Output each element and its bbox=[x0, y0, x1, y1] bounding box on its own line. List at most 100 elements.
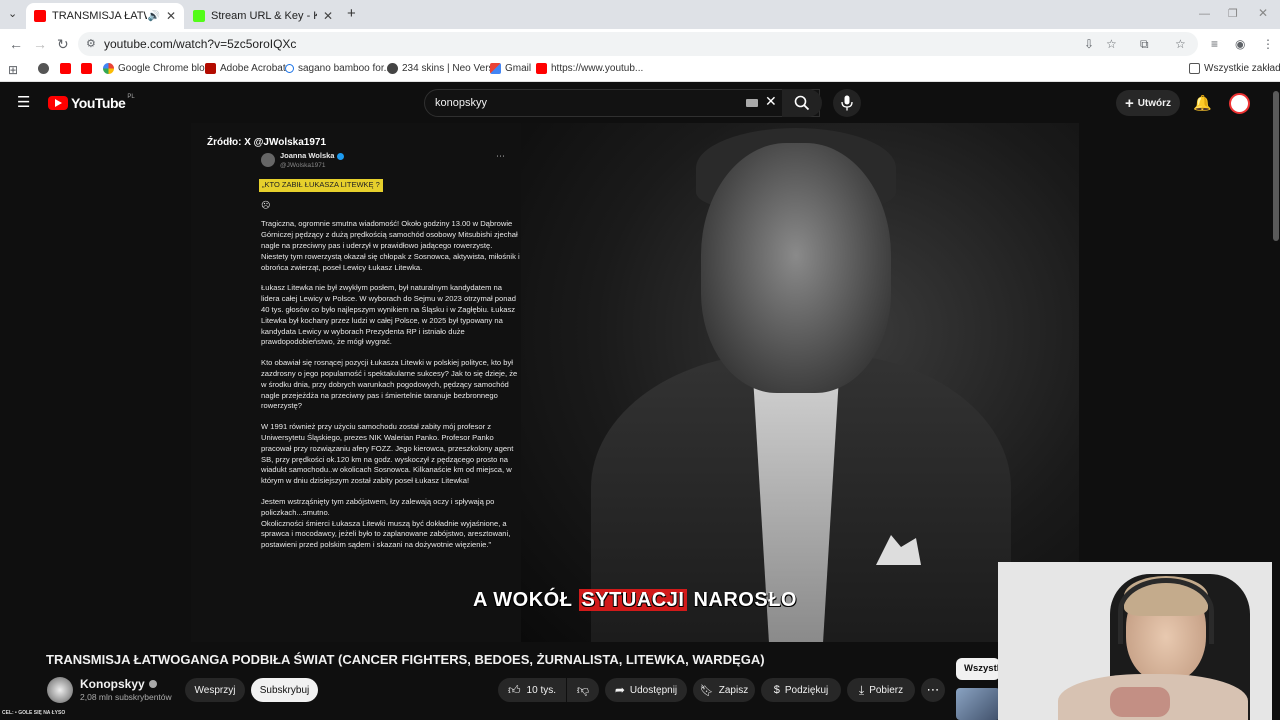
page-scrollbar[interactable] bbox=[1272, 83, 1280, 720]
join-button[interactable]: Wesprzyj bbox=[185, 678, 245, 702]
install-icon[interactable]: ⇩ bbox=[1084, 37, 1094, 51]
browser-toolbar: ← → ↻ ⚙ youtube.com/watch?v=5zc5oroIQXc … bbox=[0, 29, 1280, 58]
search-button[interactable] bbox=[782, 89, 822, 117]
subscribe-label: Subskrybuj bbox=[259, 684, 310, 696]
tweet-paragraph: W 1991 również przy użyciu samochodu zos… bbox=[261, 422, 514, 486]
browser-tab-youtube[interactable]: TRANSMISJA ŁATWOGANG 🔊 ✕ bbox=[26, 3, 184, 29]
save-icon: 🔖︎ bbox=[699, 684, 714, 697]
more-icon: ⋯ bbox=[926, 682, 940, 697]
close-tab-icon[interactable]: ✕ bbox=[323, 9, 333, 23]
new-tab-icon[interactable]: + bbox=[347, 6, 356, 21]
folder-icon bbox=[1189, 63, 1200, 74]
address-bar[interactable]: ⚙ youtube.com/watch?v=5zc5oroIQXc bbox=[78, 32, 1198, 56]
back-icon[interactable]: ← bbox=[9, 37, 23, 51]
browser-tab-kick[interactable]: Stream URL & Key - Kick Dashb ✕ bbox=[185, 3, 341, 29]
youtube-favicon-icon bbox=[34, 10, 46, 22]
bookmark-label: sagano bamboo for... bbox=[298, 63, 392, 74]
keyboard-icon[interactable] bbox=[746, 99, 758, 107]
bookmark-star-icon[interactable]: ☆ bbox=[1106, 37, 1117, 51]
all-bookmarks[interactable]: Wszystkie zakładki bbox=[1189, 63, 1280, 74]
hamburger-menu-icon[interactable]: ☰ bbox=[17, 95, 30, 110]
bookmark-item[interactable]: Adobe Acrobat bbox=[205, 63, 286, 74]
thanks-button[interactable]: $ Podziękuj bbox=[761, 678, 841, 702]
forward-icon[interactable]: → bbox=[33, 37, 47, 51]
minimize-icon[interactable]: — bbox=[1199, 7, 1210, 21]
reload-icon[interactable]: ↻ bbox=[57, 37, 69, 51]
overlay-caption: CEL: • GOLE SIĘ NA ŁYSO bbox=[2, 710, 66, 716]
share-button[interactable]: ➦ Udostępnij bbox=[605, 678, 687, 702]
bookmark-label: Adobe Acrobat bbox=[220, 63, 286, 74]
download-icon: ⤓ bbox=[858, 682, 865, 697]
thanks-label: Podziękuj bbox=[784, 684, 829, 696]
apps-icon[interactable]: ⊞ bbox=[8, 63, 18, 77]
tweet-paragraph: Kto obawiał się rosnącej pozycji Łukasza… bbox=[261, 358, 518, 411]
site-info-icon[interactable]: ⚙ bbox=[86, 37, 96, 51]
bookmark-item[interactable] bbox=[38, 63, 53, 74]
recommended-thumbnail[interactable] bbox=[956, 688, 1000, 720]
microphone-icon bbox=[841, 95, 853, 111]
favorites-icon[interactable]: ☆ bbox=[1175, 37, 1186, 51]
caption-text: NAROSŁO bbox=[693, 589, 797, 611]
sad-emoji-icon: ☹ bbox=[261, 199, 271, 210]
url-text[interactable]: youtube.com/watch?v=5zc5oroIQXc bbox=[104, 37, 296, 51]
subscribe-button[interactable]: Subskrybuj bbox=[251, 678, 318, 702]
bookmark-item[interactable]: 234 skins | Neo Vers... bbox=[387, 63, 502, 74]
bookmark-label: https://www.youtub... bbox=[551, 63, 644, 74]
more-actions-button[interactable]: ⋯ bbox=[921, 678, 945, 702]
bookmark-label: 234 skins | Neo Vers... bbox=[402, 63, 502, 74]
youtube-play-icon bbox=[48, 96, 68, 110]
bookmark-item[interactable]: Gmail bbox=[490, 63, 531, 74]
speaker-icon[interactable]: 🔊 bbox=[147, 11, 159, 22]
voice-search-button[interactable] bbox=[833, 89, 861, 117]
channel-avatar[interactable] bbox=[47, 677, 73, 703]
media-icon[interactable]: ≡ bbox=[1211, 37, 1218, 51]
dislike-button[interactable]: 👎︎ bbox=[567, 678, 599, 702]
caption-highlight: SYTUACJI bbox=[578, 589, 688, 611]
tweet-more-icon: ⋯ bbox=[496, 151, 505, 161]
like-button[interactable]: 👍︎ 10 tys. bbox=[498, 678, 566, 702]
extensions-icon[interactable]: ⧉ bbox=[1140, 37, 1149, 51]
restore-icon[interactable]: ❐ bbox=[1228, 7, 1238, 21]
hands bbox=[1110, 687, 1170, 717]
download-button[interactable]: ⤓ Pobierz bbox=[847, 678, 915, 702]
save-button[interactable]: 🔖︎ Zapisz bbox=[693, 678, 755, 702]
tweet-author: Joanna Wolska bbox=[280, 151, 335, 160]
scrollbar-thumb[interactable] bbox=[1273, 91, 1279, 241]
tweet-paragraph: Tragiczna, ogromnie smutna wiadomość! Ok… bbox=[261, 219, 520, 272]
youtube-logo-text: YouTube bbox=[71, 95, 126, 111]
thumbs-up-icon: 👍︎ bbox=[508, 682, 521, 697]
tweet-paragraph: Łukasz Litewka nie był zwykłym posłem, b… bbox=[261, 283, 516, 347]
youtube-logo[interactable]: YouTube PL bbox=[48, 94, 135, 111]
filter-chip-all[interactable]: Wszystk bbox=[956, 658, 1000, 680]
create-button[interactable]: + Utwórz bbox=[1116, 90, 1180, 116]
face bbox=[701, 143, 891, 393]
bookmark-item[interactable]: sagano bamboo for... bbox=[285, 63, 392, 74]
bookmark-label: Gmail bbox=[505, 63, 532, 74]
menu-icon[interactable]: ⋮ bbox=[1262, 37, 1274, 51]
video-player[interactable]: Źródło: X @JWolska1971 Joanna Wolska @JW… bbox=[191, 123, 1079, 642]
close-window-icon[interactable]: ✕ bbox=[1258, 6, 1268, 20]
save-label: Zapisz bbox=[718, 684, 749, 696]
channel-name[interactable]: Konopskyy bbox=[80, 677, 157, 691]
bookmark-item[interactable] bbox=[81, 63, 96, 74]
tweet-paragraph: Jestem wstrząśnięty tym zabójstwem, łzy … bbox=[261, 496, 511, 550]
close-tab-icon[interactable]: ✕ bbox=[166, 9, 176, 23]
tab-search-icon[interactable]: ⌄ bbox=[8, 7, 17, 21]
avatar[interactable] bbox=[1229, 93, 1250, 114]
acrobat-icon bbox=[205, 63, 216, 74]
globe-icon bbox=[387, 63, 398, 74]
bookmark-item[interactable]: https://www.youtub... bbox=[536, 63, 643, 74]
share-icon: ➦ bbox=[614, 683, 625, 697]
headphones bbox=[1118, 578, 1214, 644]
tweet-headline: „KTO ZABIŁ ŁUKASZA LITEWKĘ ? bbox=[259, 178, 383, 192]
verified-icon bbox=[337, 152, 345, 160]
search-box[interactable]: konopskyy ✕ bbox=[424, 89, 820, 117]
notifications-bell-icon[interactable]: 🔔 bbox=[1193, 94, 1212, 112]
bookmark-item[interactable]: Google Chrome blo... bbox=[103, 63, 213, 74]
search-input[interactable]: konopskyy bbox=[435, 97, 487, 109]
profile-icon[interactable]: ◉ bbox=[1235, 37, 1245, 51]
bookmark-item[interactable] bbox=[60, 63, 75, 74]
tweet-screenshot: Joanna Wolska @JWolska1971 ⋯ „KTO ZABIŁ … bbox=[251, 151, 521, 611]
channel-name-text: Konopskyy bbox=[80, 677, 145, 691]
clear-search-icon[interactable]: ✕ bbox=[765, 93, 777, 110]
